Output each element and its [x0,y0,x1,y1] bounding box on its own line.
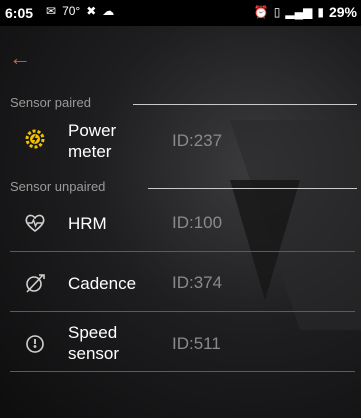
row-divider [10,371,355,372]
section-divider [148,188,357,189]
sensor-id: ID:511 [172,334,221,353]
vibrate-icon: ▯ [273,5,281,19]
status-time: 6:05 [5,5,34,21]
section-divider [133,104,357,105]
sensor-id: ID:374 [172,273,223,292]
mail-icon: ✉ [46,4,57,18]
sensor-row-cadence[interactable]: Cadence ID:374 [0,256,361,312]
row-divider [10,311,355,312]
sensor-name: Speed [68,323,118,342]
sensor-row-speed[interactable]: Speed sensor ID:511 [0,316,361,372]
sensor-row-power-meter[interactable]: Power meter ID:237 [0,114,361,170]
heart-rate-icon [24,212,46,234]
section-paired-label: Sensor paired [10,95,91,110]
sensor-name-line2: sensor [68,344,120,363]
alarm-icon: ⏰ [253,5,269,19]
sensor-row-hrm[interactable]: HRM ID:100 [0,195,361,251]
game-icon: ✖ [86,4,97,18]
sensor-id: ID:100 [172,213,223,232]
status-bar: 6:05 ✉ 70° ✖ ☁ ⏰ ▯ ▂▄▆ ▮ 29% [0,0,361,26]
speed-icon [24,333,46,355]
signal-icon: ▂▄▆ [285,5,313,19]
power-meter-icon [24,128,46,150]
section-unpaired-label: Sensor unpaired [10,179,106,194]
battery-percent: 29% [328,4,357,20]
cloud-upload-icon: ☁ [102,4,115,18]
temperature-text: 70° [62,4,81,18]
sensor-name-line2: meter [68,142,112,161]
sensor-id: ID:237 [172,131,223,150]
row-divider [10,251,355,252]
sensor-name: Power [68,121,117,140]
cadence-icon [24,272,46,294]
sensor-name: HRM [68,214,107,233]
sensor-name: Cadence [68,274,137,293]
back-arrow-icon[interactable]: ← [6,44,34,72]
battery-icon: ▮ [317,5,324,19]
